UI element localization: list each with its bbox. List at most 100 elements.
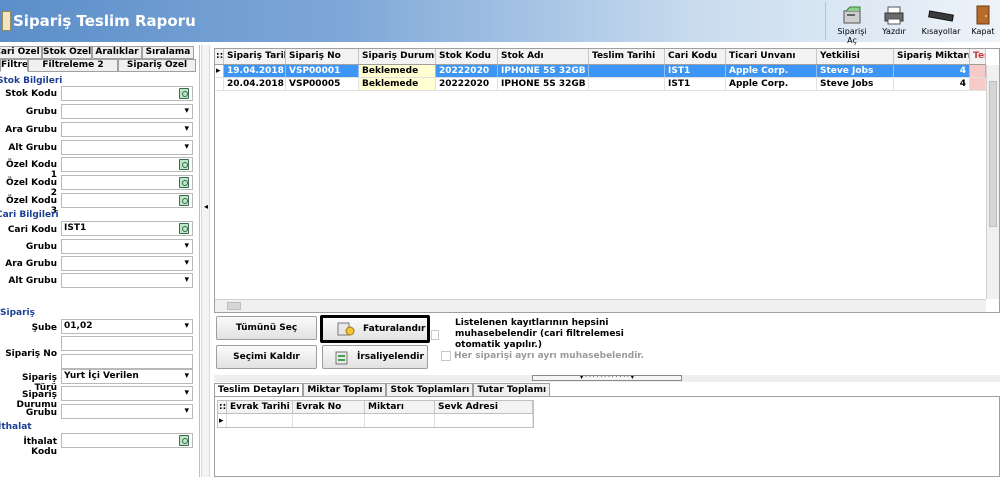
section-splitter[interactable]: ▾ · · · · · · · · · · · · ▾ [214,375,1000,382]
col-evrak-tarihi[interactable]: Evrak Tarihi [227,401,293,413]
tab-araliklar[interactable]: Aralıklar [92,46,142,59]
alt-grubu-select[interactable] [61,140,193,155]
lookup-icon[interactable] [179,435,189,446]
col-siparis-durumu[interactable]: Sipariş Durumu [359,49,436,64]
siparis-no-field-2[interactable] [61,354,193,369]
row-marker-icon: ▸ [215,65,224,77]
section-stok: Stok Bilgileri [0,76,63,86]
stok-kodu-field[interactable] [61,86,193,101]
grid-horizontal-scrollbar[interactable] [215,299,986,312]
tab-cari-ozel[interactable]: Cari Özel [0,46,42,59]
siparis-turu-select[interactable]: Yurt İçi Verilen [61,369,193,384]
cell-teslim-tarihi [589,78,665,90]
waybill-label: İrsaliyelendir [357,352,424,362]
scrollbar-thumb[interactable] [227,302,241,310]
waybill-icon [335,351,348,365]
siparis-no-field-1[interactable] [61,336,193,351]
cell-siparis-miktari: 4 [894,65,970,77]
col-siparis-tarihi[interactable]: Sipariş Tarihi [224,49,286,64]
grid-corner: :: [219,401,227,413]
col-tes[interactable]: Tes [970,49,986,64]
col-yetkilisi[interactable]: Yetkilisi [817,49,894,64]
tab-stok-ozel[interactable]: Stok Özel [42,46,92,59]
siparis-durumu-label: Sipariş Durumu [16,390,57,410]
cell-siparis-tarihi: 19.04.2018 18 [224,65,286,77]
detail-panel: :: Evrak Tarihi Evrak No Miktarı Sevk Ad… [214,396,1000,477]
cell-tes [970,78,986,90]
col-cari-kodu[interactable]: Cari Kodu [665,49,726,64]
sube-select[interactable]: 01,02 [61,319,193,334]
col-teslim-tarihi[interactable]: Teslim Tarihi [589,49,665,64]
tab-filtre[interactable]: Filtre [0,59,28,72]
grid-vertical-scrollbar[interactable] [986,65,999,299]
keyboard-icon [928,10,954,22]
sip-grubu-select[interactable] [61,404,193,419]
all-records-checkbox[interactable] [431,330,439,340]
tab-siralama[interactable]: Sıralama [142,46,194,59]
ithalat-kodu-label: İthalat Kodu [23,437,57,457]
invoice-button[interactable]: Faturalandır [320,315,430,343]
tab-tutar-toplami[interactable]: Tutar Toplamı [473,383,551,397]
ozel-kodu-2-field[interactable] [61,175,193,190]
cell-stok-kodu: 20222020 [436,78,498,90]
ozel-kodu-1-label: Özel Kodu 1 [5,160,57,180]
table-row[interactable]: 20.04.2018 11 VSP00005 Beklemede 2022202… [215,78,986,91]
col-ticari-unvani[interactable]: Ticari Unvanı [726,49,817,64]
select-all-button[interactable]: Tümünü Seç [216,316,317,340]
printer-icon [884,6,904,25]
col-stok-adi[interactable]: Stok Adı [498,49,589,64]
col-sevk-adresi[interactable]: Sevk Adresi [435,401,533,413]
cari-grubu-select[interactable] [61,239,193,254]
ozel-kodu-2-label: Özel Kodu 2 [5,178,57,198]
lookup-icon[interactable] [179,195,189,206]
scrollbar-thumb[interactable] [989,81,997,227]
col-siparis-miktari[interactable]: Sipariş Miktarı [894,49,970,64]
table-row[interactable]: ▸ 19.04.2018 18 VSP00001 Beklemede 20222… [215,65,986,78]
lookup-icon[interactable] [179,223,189,234]
detail-tabs: Teslim Detayları Miktar Toplamı Stok Top… [214,383,551,397]
tab-filtreleme-2[interactable]: Filtreleme 2 [28,59,118,72]
tab-stok-toplamlari[interactable]: Stok Toplamları [386,383,474,397]
cari-alt-grubu-select[interactable] [61,273,193,288]
col-siparis-no[interactable]: Sipariş No [286,49,359,64]
clear-selection-button[interactable]: Seçimi Kaldır [216,345,317,369]
tab-teslim-detaylari[interactable]: Teslim Detayları [214,383,304,397]
grid-corner: :: [215,49,224,64]
tab-siparis-ozel[interactable]: Sipariş Özel [118,59,196,72]
col-stok-kodu[interactable]: Stok Kodu [436,49,498,64]
separate-accounting-checkbox[interactable] [441,351,451,361]
cell-siparis-no: VSP00001 [286,65,359,77]
collapse-arrow-icon[interactable]: ◂ [204,202,208,211]
report-app-icon [2,11,11,31]
cell-siparis-durumu: Beklemede [359,78,436,90]
ithalat-kodu-field[interactable] [61,433,193,448]
tab-miktar-toplami[interactable]: Miktar Toplamı [303,383,387,397]
all-records-note: Listelenen kayıtlarının hepsini muhasebe… [455,318,624,350]
grubu-select[interactable] [61,104,193,119]
waybill-button[interactable]: İrsaliyelendir [322,345,428,369]
ara-grubu-select[interactable] [61,122,193,137]
print-button[interactable]: Yazdır [878,2,910,40]
cari-kodu-field[interactable]: IST1 [61,221,193,236]
lookup-icon[interactable] [179,177,189,188]
col-evrak-no[interactable]: Evrak No [293,401,365,413]
siparis-durumu-select[interactable] [61,386,193,401]
ozel-kodu-3-field[interactable] [61,193,193,208]
splitter-grip[interactable]: ▾ · · · · · · · · · · · · ▾ [532,375,682,381]
lookup-icon[interactable] [179,159,189,170]
detail-grid-row[interactable]: ▸ [218,414,533,427]
cell-siparis-no: VSP00005 [286,78,359,90]
detail-grid: :: Evrak Tarihi Evrak No Miktarı Sevk Ad… [217,400,534,428]
ozel-kodu-1-field[interactable] [61,157,193,172]
section-cari: Cari Bilgileri [0,210,59,220]
col-miktari[interactable]: Miktarı [365,401,435,413]
row-marker-empty [215,78,224,90]
close-button[interactable]: Kapat [968,2,998,40]
cari-ara-grubu-select[interactable] [61,256,193,271]
detail-cell [435,414,533,427]
open-order-button[interactable]: Siparişi Aç [832,2,872,45]
shortcuts-button[interactable]: Kısayollar [920,2,962,40]
panel-splitter[interactable]: ◂ [201,45,210,477]
print-label: Yazdır [882,27,906,36]
lookup-icon[interactable] [179,88,189,99]
